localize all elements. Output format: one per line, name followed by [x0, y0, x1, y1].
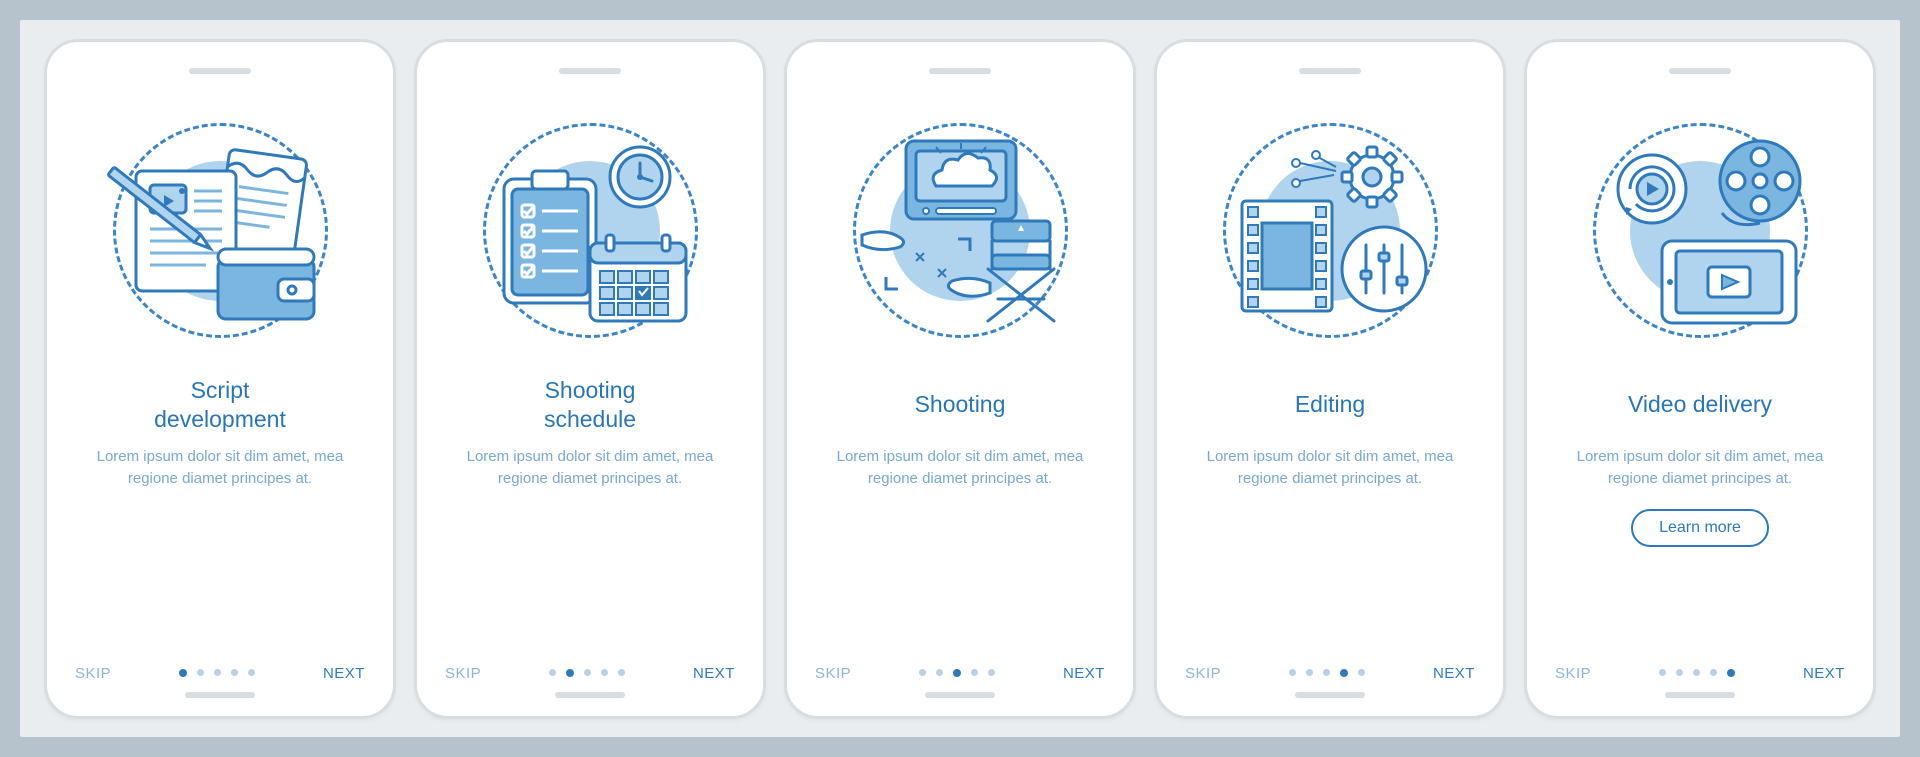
phone-screen-video-delivery: Video delivery Lorem ipsum dolor sit dim… — [1524, 39, 1876, 719]
phone-speaker — [1669, 68, 1731, 74]
phone-speaker — [1299, 68, 1361, 74]
page-dot[interactable] — [1358, 669, 1365, 676]
page-dot[interactable] — [549, 669, 556, 676]
illustration — [820, 96, 1100, 366]
page-dot[interactable] — [988, 669, 995, 676]
skip-button[interactable]: SKIP — [1555, 665, 1591, 682]
page-dots — [1659, 669, 1735, 677]
screen-description: Lorem ipsum dolor sit dim amet, mea regi… — [1551, 446, 1849, 491]
nav-row: SKIP NEXT — [441, 659, 739, 692]
page-dots — [1289, 669, 1365, 677]
page-dots — [549, 669, 625, 677]
page-dot[interactable] — [1710, 669, 1717, 676]
page-dot[interactable] — [1693, 669, 1700, 676]
page-dot[interactable] — [566, 669, 574, 677]
nav-row: SKIP NEXT — [71, 659, 369, 692]
page-dot[interactable] — [1676, 669, 1683, 676]
dashed-circle — [483, 123, 698, 338]
screen-title: Scriptdevelopment — [154, 376, 286, 434]
page-dot[interactable] — [1306, 669, 1313, 676]
next-button[interactable]: NEXT — [1433, 665, 1475, 682]
page-dot[interactable] — [197, 669, 204, 676]
page-dot[interactable] — [1289, 669, 1296, 676]
screen-description: Lorem ipsum dolor sit dim amet, mea regi… — [811, 446, 1109, 491]
skip-button[interactable]: SKIP — [445, 665, 481, 682]
phone-screen-editing: Editing Lorem ipsum dolor sit dim amet, … — [1154, 39, 1506, 719]
next-button[interactable]: NEXT — [323, 665, 365, 682]
screen-description: Lorem ipsum dolor sit dim amet, mea regi… — [71, 446, 369, 491]
page-dot[interactable] — [584, 669, 591, 676]
screen-title: Editing — [1295, 376, 1365, 434]
onboarding-panel: Scriptdevelopment Lorem ipsum dolor sit … — [20, 20, 1900, 737]
learn-more-button[interactable]: Learn more — [1631, 509, 1769, 547]
page-dot[interactable] — [618, 669, 625, 676]
editing-icon — [1200, 101, 1460, 361]
skip-button[interactable]: SKIP — [1185, 665, 1221, 682]
page-dot[interactable] — [214, 669, 221, 676]
shooting-schedule-icon — [460, 101, 720, 361]
phone-home-indicator — [1295, 692, 1365, 698]
phone-home-indicator — [555, 692, 625, 698]
page-dot[interactable] — [248, 669, 255, 676]
illustration — [1560, 96, 1840, 366]
shooting-icon — [830, 101, 1090, 361]
next-button[interactable]: NEXT — [693, 665, 735, 682]
screen-description: Lorem ipsum dolor sit dim amet, mea regi… — [1181, 446, 1479, 491]
dashed-circle — [113, 123, 328, 338]
script-development-icon — [90, 101, 350, 361]
screen-title: Shootingschedule — [544, 376, 636, 434]
phone-speaker — [189, 68, 251, 74]
dashed-circle — [1593, 123, 1808, 338]
screen-description: Lorem ipsum dolor sit dim amet, mea regi… — [441, 446, 739, 491]
page-dot[interactable] — [953, 669, 961, 677]
skip-button[interactable]: SKIP — [75, 665, 111, 682]
dashed-circle — [1223, 123, 1438, 338]
video-delivery-icon — [1570, 101, 1830, 361]
page-dot[interactable] — [1340, 669, 1348, 677]
nav-row: SKIP NEXT — [811, 659, 1109, 692]
page-dot[interactable] — [919, 669, 926, 676]
screen-title: Shooting — [915, 376, 1006, 434]
dashed-circle — [853, 123, 1068, 338]
illustration — [450, 96, 730, 366]
skip-button[interactable]: SKIP — [815, 665, 851, 682]
nav-row: SKIP NEXT — [1181, 659, 1479, 692]
phone-screen-shooting: Shooting Lorem ipsum dolor sit dim amet,… — [784, 39, 1136, 719]
phone-speaker — [559, 68, 621, 74]
page-dot[interactable] — [936, 669, 943, 676]
page-dot[interactable] — [971, 669, 978, 676]
page-dot[interactable] — [179, 669, 187, 677]
page-dots — [919, 669, 995, 677]
nav-row: SKIP NEXT — [1551, 659, 1849, 692]
illustration — [80, 96, 360, 366]
screen-title: Video delivery — [1628, 376, 1772, 434]
phone-home-indicator — [925, 692, 995, 698]
page-dot[interactable] — [1727, 669, 1735, 677]
page-dot[interactable] — [231, 669, 238, 676]
phone-home-indicator — [185, 692, 255, 698]
page-dots — [179, 669, 255, 677]
page-dot[interactable] — [1659, 669, 1666, 676]
phone-screen-shooting-schedule: Shootingschedule Lorem ipsum dolor sit d… — [414, 39, 766, 719]
page-dot[interactable] — [601, 669, 608, 676]
next-button[interactable]: NEXT — [1803, 665, 1845, 682]
page-dot[interactable] — [1323, 669, 1330, 676]
phone-home-indicator — [1665, 692, 1735, 698]
illustration — [1190, 96, 1470, 366]
next-button[interactable]: NEXT — [1063, 665, 1105, 682]
phone-speaker — [929, 68, 991, 74]
phone-screen-script-development: Scriptdevelopment Lorem ipsum dolor sit … — [44, 39, 396, 719]
